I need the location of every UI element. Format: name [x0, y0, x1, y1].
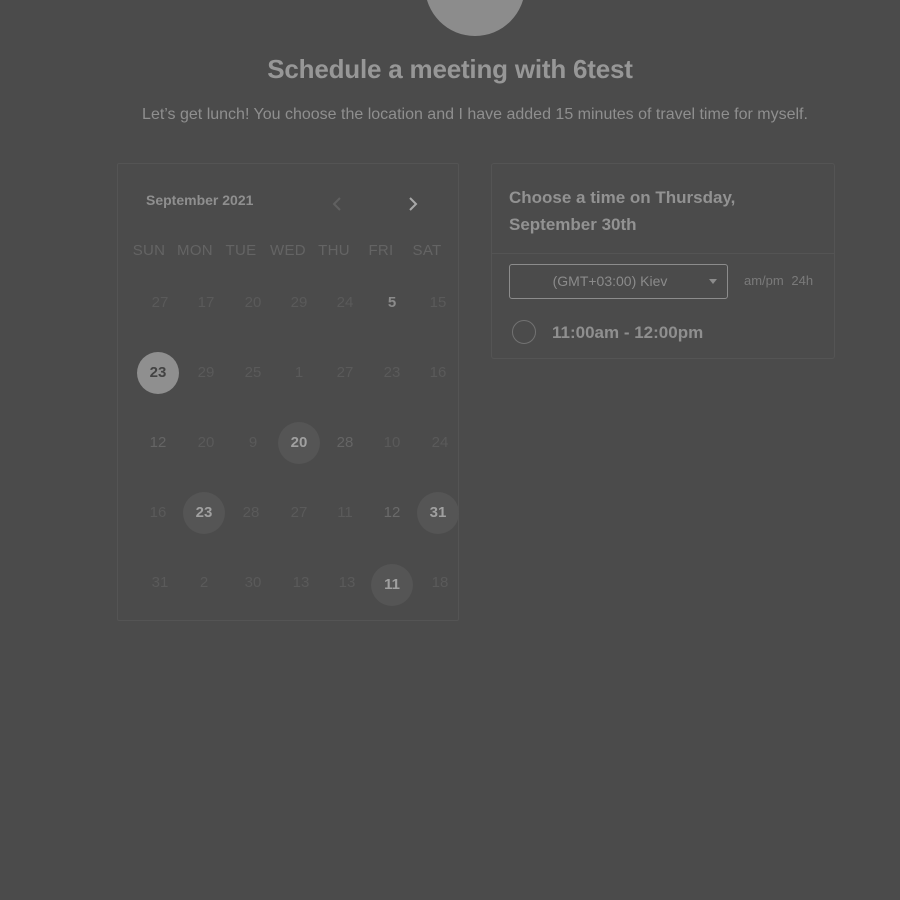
weekday-label: WED [270, 242, 306, 259]
calendar-day: 24 [431, 434, 449, 451]
radio-circle-icon[interactable] [512, 320, 536, 344]
calendar-day-available[interactable]: 20 [278, 422, 320, 464]
chevron-left-icon [332, 197, 341, 211]
weekday-label: MON [177, 242, 213, 259]
calendar-day: 18 [431, 574, 449, 591]
divider [492, 253, 834, 254]
calendar-day: 27 [290, 504, 308, 521]
calendar-day: 2 [199, 574, 209, 591]
calendar-day: 30 [244, 574, 262, 591]
time-panel-heading: Choose a time on Thursday, September 30t… [509, 188, 736, 234]
calendar-day-selected[interactable]: 23 [137, 352, 179, 394]
calendar-day: 10 [383, 434, 401, 451]
calendar-day: 17 [197, 294, 215, 311]
calendar-day: 20 [197, 434, 215, 451]
calendar-day: 27 [336, 364, 354, 381]
weekday-label: FRI [368, 242, 394, 259]
time-slot-label: 11:00am - 12:00pm [552, 323, 704, 342]
time-format-toggle: am/pm 24h [744, 271, 817, 291]
calendar-month-label: September 2021 [146, 192, 254, 208]
calendar-day[interactable]: 5 [371, 282, 413, 324]
calendar-day: 27 [151, 294, 169, 311]
calendar-day: 23 [383, 364, 401, 381]
calendar-day-available[interactable]: 11 [371, 564, 413, 606]
time-slot[interactable]: 11:00am - 12:00pm [512, 319, 812, 347]
calendar-day-available[interactable]: 31 [417, 492, 459, 534]
calendar-day: 28 [242, 504, 260, 521]
calendar-day: 9 [248, 434, 258, 451]
avatar [425, 0, 525, 36]
next-month-button[interactable] [402, 192, 424, 216]
page-subtitle: Let’s get lunch! You choose the location… [142, 106, 808, 123]
calendar-day: 1 [294, 364, 304, 381]
calendar-day: 31 [151, 574, 169, 591]
calendar-day: 13 [338, 574, 356, 591]
calendar-day: 16 [429, 364, 447, 381]
timezone-value: (GMT+03:00) Kiev [552, 273, 668, 289]
calendar-day: 28 [336, 434, 354, 451]
previous-month-button[interactable] [326, 192, 348, 216]
calendar-day: 29 [197, 364, 215, 381]
calendar: September 2021 SUN MON TUE WED THU FRI S… [117, 163, 459, 621]
format-ampm-option[interactable]: am/pm [744, 273, 784, 288]
calendar-day: 12 [383, 504, 401, 521]
calendar-day: 24 [336, 294, 354, 311]
caret-down-icon [709, 279, 717, 284]
calendar-day: 20 [244, 294, 262, 311]
page-title: Schedule a meeting with 6test [267, 54, 633, 84]
time-selection-panel: Choose a time on Thursday, September 30t… [491, 163, 835, 359]
chevron-right-icon [409, 197, 418, 211]
calendar-day: 25 [244, 364, 262, 381]
calendar-day-available[interactable]: 23 [183, 492, 225, 534]
calendar-day: 13 [292, 574, 310, 591]
weekday-label: TUE [225, 242, 257, 259]
calendar-day: 16 [149, 504, 167, 521]
calendar-day: 15 [429, 294, 447, 311]
weekday-label: THU [318, 242, 350, 259]
calendar-day: 29 [290, 294, 308, 311]
timezone-select[interactable]: (GMT+03:00) Kiev [509, 264, 728, 299]
calendar-day: 11 [337, 504, 353, 521]
calendar-day: 12 [149, 434, 167, 451]
format-24h-option[interactable]: 24h [791, 273, 813, 288]
weekday-label: SUN [132, 242, 166, 259]
weekday-label: SAT [412, 242, 442, 259]
